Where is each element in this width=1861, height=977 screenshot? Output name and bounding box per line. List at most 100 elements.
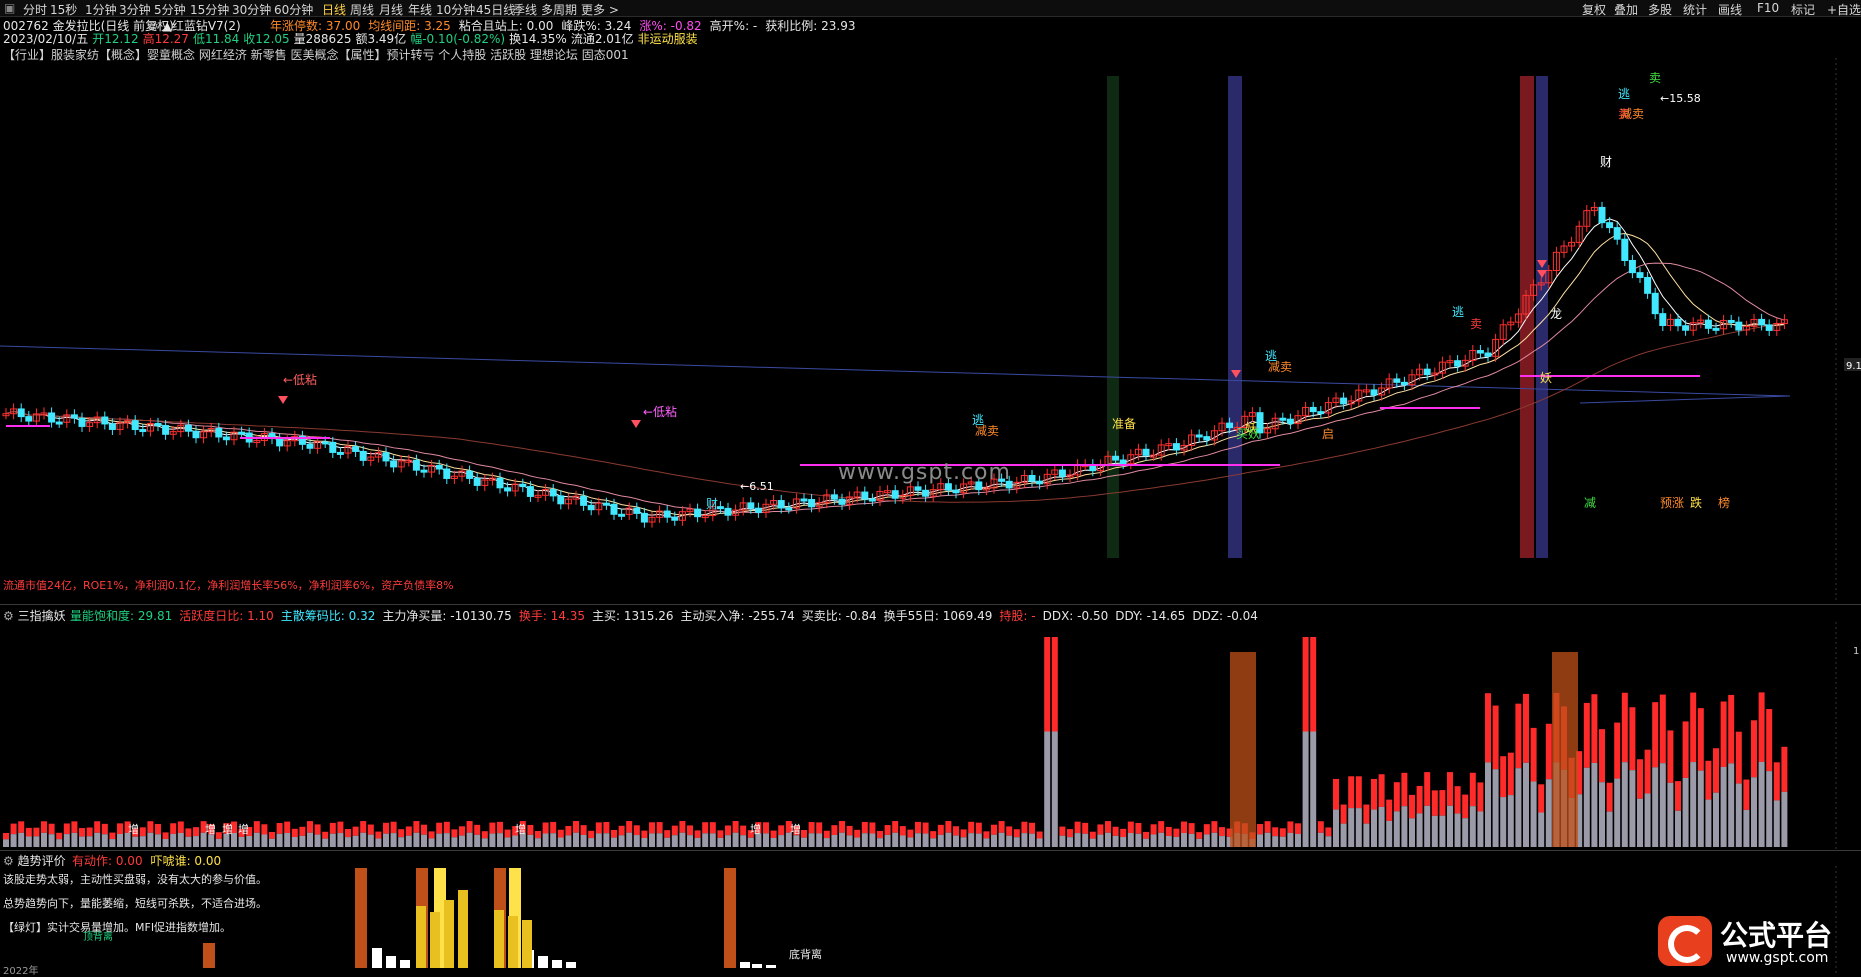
volume-bar-grey <box>573 832 579 847</box>
candle-body <box>238 431 246 435</box>
volume-bar-grey <box>953 835 959 847</box>
volume-bar-grey <box>1507 795 1514 847</box>
volume-bar-grey <box>337 833 344 847</box>
volume-bar-red <box>436 822 443 834</box>
volume-bar-red <box>846 825 853 836</box>
volume-energy-chart[interactable]: 1增增增增增增增 <box>0 622 1861 850</box>
tab-3[interactable]: 3分钟 <box>119 1 151 18</box>
volume-bar-grey <box>1279 836 1286 847</box>
volume-bar-red <box>861 821 868 834</box>
candle-body <box>1598 206 1606 224</box>
toolbar-btn-7[interactable]: +自选 <box>1827 1 1861 18</box>
volume-bar-grey <box>1637 798 1643 847</box>
volume-bar-grey <box>1295 833 1301 847</box>
tab-1[interactable]: 15秒 <box>50 1 77 18</box>
tab-7[interactable]: 60分钟 <box>274 1 313 18</box>
volume-bar-grey <box>307 832 313 847</box>
toolbar-btn-1[interactable]: 叠加 <box>1614 1 1638 18</box>
watermark: www.gspt.com <box>838 460 1011 485</box>
volume-bar-grey <box>1287 832 1294 847</box>
candle-body <box>1119 459 1127 465</box>
candle-body <box>473 477 481 486</box>
volume-bar-grey <box>79 836 85 847</box>
volume-bar-grey <box>71 832 78 847</box>
tab-2[interactable]: 1分钟 <box>85 1 117 18</box>
volume-bar-grey <box>101 834 108 847</box>
candle-body <box>557 495 565 505</box>
candle-body <box>306 443 314 449</box>
tab-15[interactable]: 多周期 <box>541 1 577 18</box>
volume-bar-grey <box>542 833 549 847</box>
candle-body <box>1393 378 1401 383</box>
volume-bar-grey <box>170 833 177 847</box>
candle-body <box>861 491 869 500</box>
volume-bar-red <box>656 822 663 834</box>
tab-13[interactable]: 45日线 <box>476 1 515 18</box>
volume-bar-grey <box>846 835 853 847</box>
value-6: 额3.49亿 <box>355 32 407 46</box>
volume-bar-red <box>1523 693 1529 763</box>
volume-bar-red <box>1667 730 1674 783</box>
candle-body <box>1644 276 1652 294</box>
value-9: 持股: - <box>999 609 1036 623</box>
settings-icon[interactable]: ⚙ <box>3 609 14 623</box>
trend-bar-white <box>552 960 562 968</box>
value-10: DDX: -0.50 <box>1042 609 1109 623</box>
tab-10[interactable]: 月线 <box>379 1 403 18</box>
volume-bar-red <box>869 822 876 834</box>
trend-bar <box>355 868 367 968</box>
volume-bar-grey <box>1697 770 1704 847</box>
candle-body <box>800 498 808 502</box>
volume-bar-grey <box>1675 810 1681 847</box>
value-5: 主买: 1315.26 <box>592 609 674 623</box>
candle-body <box>25 416 33 422</box>
toolbar-btn-2[interactable]: 多股 <box>1648 1 1672 18</box>
candle-body <box>1606 222 1614 229</box>
candle-body <box>192 430 200 439</box>
tab-6[interactable]: 30分钟 <box>232 1 271 18</box>
volume-bar-grey <box>1371 809 1377 847</box>
candlestick-chart[interactable]: ←低粘←低粘←6.51←15.58财准备逃逃逃逃卖卖卖减卖减卖减卖妖妖龙买妖 启财… <box>0 58 1861 600</box>
tab-12[interactable]: 10分钟 <box>436 1 475 18</box>
tab-5[interactable]: 15分钟 <box>190 1 229 18</box>
volume-bar-grey <box>649 833 655 847</box>
volume-bar-red <box>1591 694 1598 763</box>
tab-8[interactable]: 日线 <box>322 1 346 18</box>
volume-bar-red <box>291 828 298 837</box>
toolbar-btn-3[interactable]: 统计 <box>1683 1 1707 18</box>
candle-body <box>1317 411 1325 415</box>
volume-bar-grey <box>1044 731 1051 847</box>
value-6: 获利比例: 23.93 <box>765 19 856 33</box>
toolbar-btn-0[interactable]: 复权 <box>1582 1 1606 18</box>
volume-bar-red <box>451 829 458 838</box>
candle-body <box>663 510 671 518</box>
candle-body <box>754 507 762 513</box>
volume-bar-red <box>1614 722 1621 779</box>
volume-bar-red <box>922 822 929 834</box>
volume-bar-grey <box>1735 783 1742 847</box>
tab-9[interactable]: 周线 <box>350 1 374 18</box>
trend-line <box>1579 395 1791 404</box>
tab-4[interactable]: 5分钟 <box>154 1 186 18</box>
toolbar-btn-5[interactable]: F10 <box>1757 1 1779 15</box>
tab-11[interactable]: 年线 <box>408 1 432 18</box>
volume-bar-grey <box>1089 838 1096 847</box>
volume-bar-red <box>337 821 344 834</box>
volume-bar-red <box>307 821 313 833</box>
trend-bar-white <box>752 964 762 968</box>
tab-16[interactable]: 更多 > <box>581 1 619 18</box>
tab-0[interactable]: 分时 <box>23 1 47 18</box>
toolbar-btn-6[interactable]: 标记 <box>1791 1 1815 18</box>
tab-14[interactable]: 季线 <box>513 1 537 18</box>
volume-bar-grey <box>1006 835 1013 847</box>
volume-bar-grey <box>345 837 351 847</box>
toolbar-btn-4[interactable]: 画线 <box>1718 1 1742 18</box>
volume-bar-red <box>1621 692 1628 763</box>
menu-icon[interactable]: ▣ <box>4 1 15 15</box>
volume-bar-red <box>1302 637 1309 732</box>
trend-bars-chart[interactable] <box>0 866 1861 974</box>
volume-bar-grey <box>1447 805 1453 847</box>
volume-bar-red <box>117 823 123 834</box>
volume-bar-red <box>481 831 488 839</box>
volume-bar-red <box>1393 782 1400 812</box>
